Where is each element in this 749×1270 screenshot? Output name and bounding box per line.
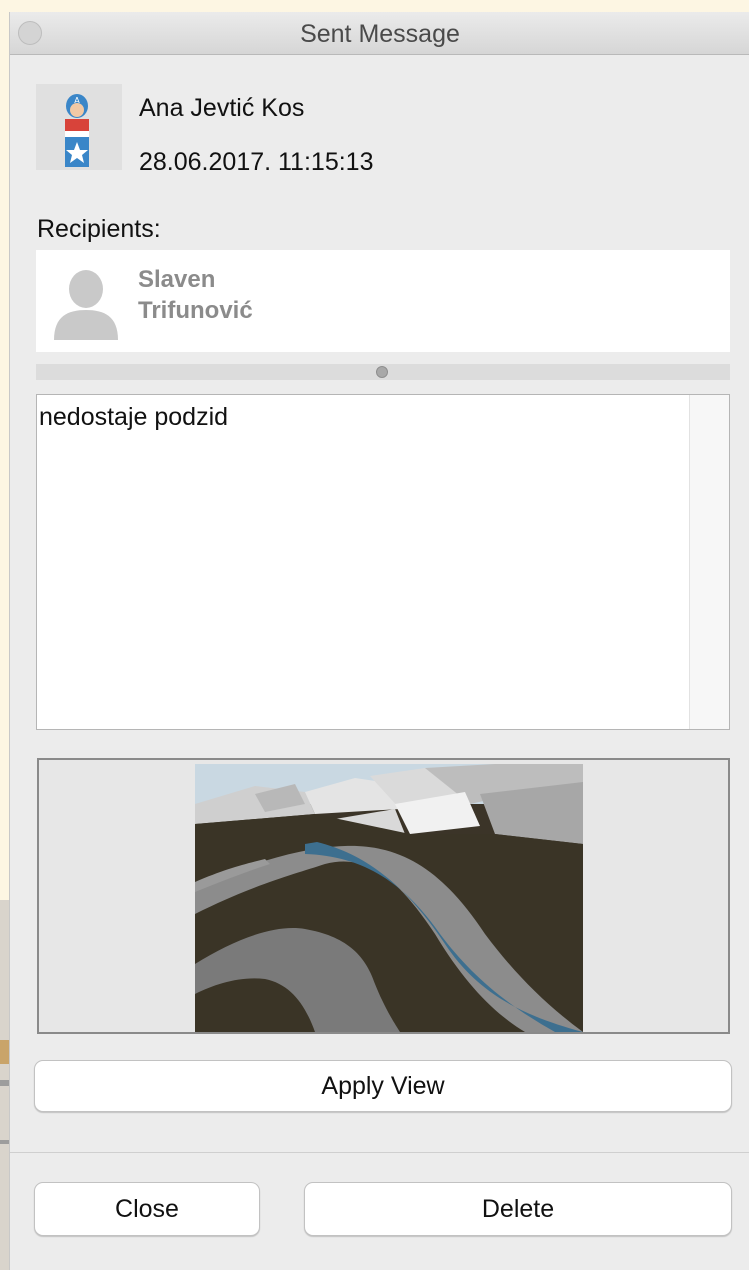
- view-preview-image: [195, 764, 583, 1032]
- recipients-label: Recipients:: [37, 215, 161, 243]
- message-scrollbar[interactable]: [689, 395, 729, 729]
- apply-view-button[interactable]: Apply View: [34, 1060, 732, 1112]
- view-preview-frame: [37, 758, 730, 1034]
- footer-divider: [10, 1152, 749, 1153]
- sent-message-window: Sent Message A Ana Jevtić Kos 28.06.2017…: [9, 12, 749, 1270]
- delete-button[interactable]: Delete: [304, 1182, 732, 1236]
- splitter-knob-icon[interactable]: [376, 366, 388, 378]
- recipient-first-name: Slaven: [138, 266, 216, 293]
- message-text: nedostaje podzid: [39, 403, 229, 431]
- captain-avatar-icon: A: [36, 84, 122, 170]
- recipient-last-name: Trifunović: [138, 297, 253, 324]
- recipient-name[interactable]: Slaven Trifunović: [138, 264, 253, 326]
- person-silhouette-icon: [50, 264, 122, 340]
- svg-text:A: A: [74, 96, 80, 105]
- sent-timestamp: 28.06.2017. 11:15:13: [139, 148, 374, 176]
- sender-name: Ana Jevtić Kos: [139, 94, 305, 122]
- close-button[interactable]: Close: [34, 1182, 260, 1236]
- splitter-handle[interactable]: [36, 364, 730, 380]
- title-bar[interactable]: Sent Message: [10, 12, 749, 55]
- recipients-list[interactable]: Slaven Trifunović: [36, 250, 730, 352]
- message-body-field[interactable]: nedostaje podzid: [36, 394, 730, 730]
- window-title: Sent Message: [300, 20, 460, 48]
